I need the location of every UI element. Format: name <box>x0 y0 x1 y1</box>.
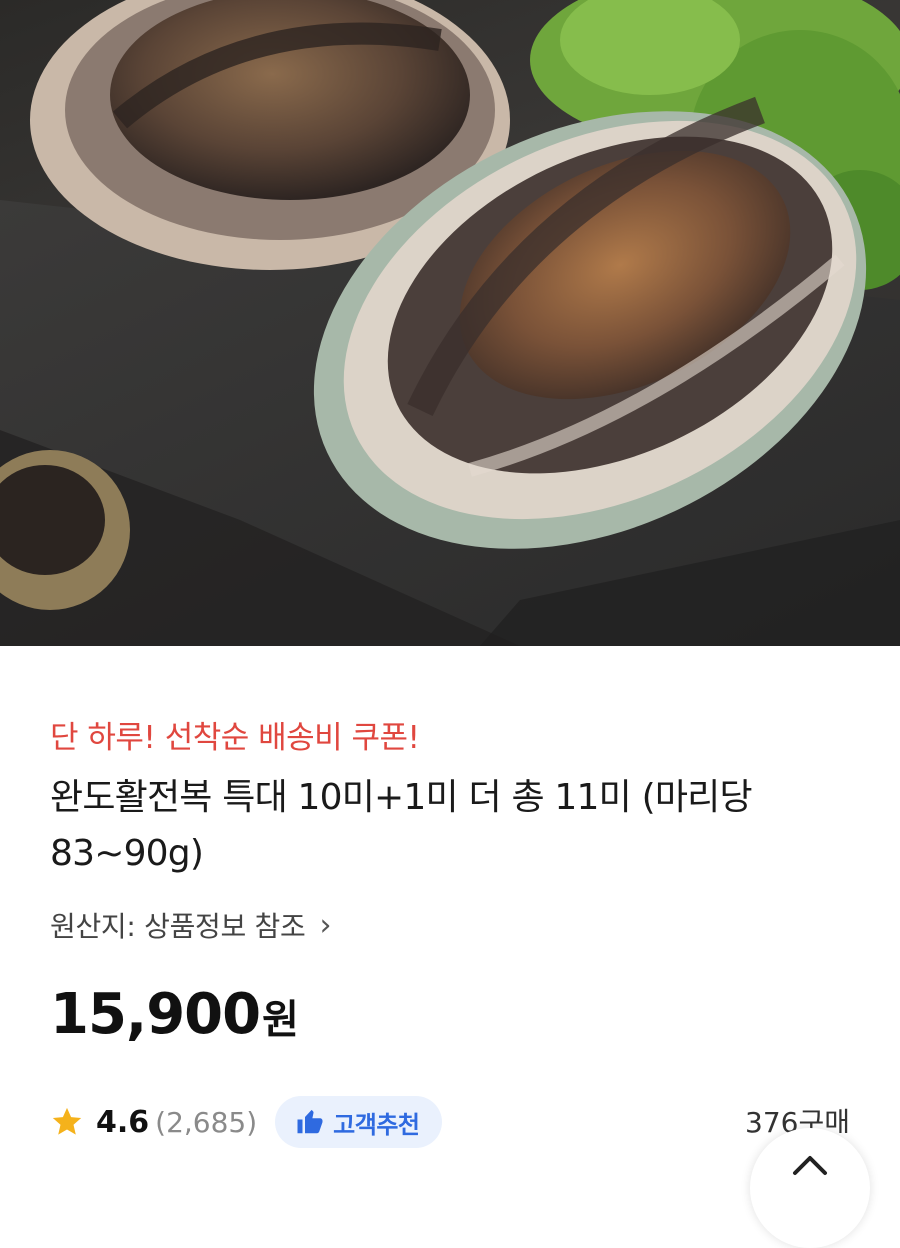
origin-link[interactable]: 원산지: 상품정보 참조 › <box>50 905 331 945</box>
product-image[interactable] <box>0 0 900 646</box>
abalone-photo <box>0 0 900 646</box>
thumbs-up-icon <box>297 1109 323 1134</box>
rating-row: 4.6 (2,685) 고객추천 <box>50 1096 442 1148</box>
review-count[interactable]: (2,685) <box>155 1106 257 1139</box>
origin-label: 원산지: 상품정보 참조 <box>50 910 306 943</box>
price: 15,900 원 <box>50 982 299 1047</box>
product-title: 완도활전복 특대 10미+1미 더 총 11미 (마리당 83~90g) <box>50 777 753 874</box>
star-icon <box>52 1107 82 1135</box>
chevron-up-icon <box>793 1156 827 1175</box>
customer-recommend-badge[interactable]: 고객추천 <box>275 1096 442 1148</box>
promo-coupon-text: 단 하루! 선착순 배송비 쿠폰! <box>50 720 420 756</box>
price-unit: 원 <box>262 997 299 1043</box>
price-value: 15,900 <box>50 982 261 1047</box>
scroll-to-top-button[interactable] <box>750 1128 870 1248</box>
chevron-right-icon: › <box>319 907 332 943</box>
rating-score: 4.6 <box>96 1104 150 1140</box>
badge-label: 고객추천 <box>333 1110 420 1139</box>
